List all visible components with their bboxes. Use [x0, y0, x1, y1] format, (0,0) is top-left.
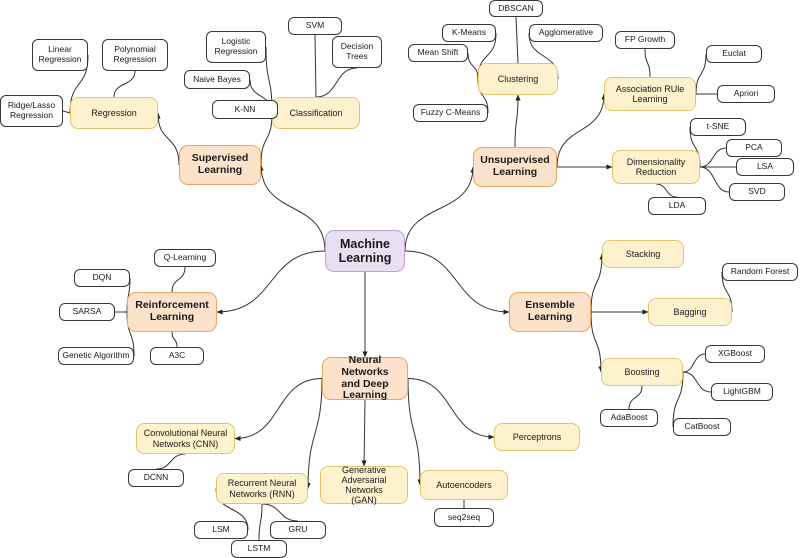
- mindmap-canvas: Machine Learning Supervised Learning Regre…: [0, 0, 800, 558]
- edge-root-to-ensemble: [404, 250, 510, 315]
- edge-supervised-to-classification: [260, 112, 275, 166]
- node-lda[interactable]: LDA: [648, 197, 706, 215]
- node-sarsa[interactable]: SARSA: [59, 303, 115, 321]
- node-random-forest[interactable]: Random Forest: [722, 263, 798, 281]
- node-euclat[interactable]: Euclat: [706, 45, 762, 63]
- node-ensemble[interactable]: Ensemble Learning: [509, 292, 591, 332]
- node-supervised[interactable]: Supervised Learning: [179, 145, 261, 185]
- node-association[interactable]: Association RUle Learning: [604, 77, 696, 111]
- node-root[interactable]: Machine Learning: [325, 230, 405, 272]
- node-svd[interactable]: SVD: [729, 183, 785, 201]
- edge-neural-to-cnn: [234, 378, 323, 442]
- node-gru[interactable]: GRU: [270, 521, 326, 539]
- edge-neural-to-autoencoders: [407, 378, 423, 486]
- node-xgboost[interactable]: XGBoost: [705, 345, 765, 363]
- edge-root-to-supervised: [258, 164, 326, 252]
- node-dbscan[interactable]: DBSCAN: [489, 0, 543, 17]
- node-seq2seq[interactable]: seq2seq: [434, 508, 494, 527]
- edge-ensemble-to-boosting: [590, 311, 604, 373]
- node-adaboost[interactable]: AdaBoost: [600, 409, 658, 427]
- node-fuzzy-cmeans[interactable]: Fuzzy C-Means: [413, 104, 488, 122]
- node-lsa[interactable]: LSA: [736, 158, 794, 176]
- node-clustering[interactable]: Clustering: [478, 63, 558, 95]
- node-ridge-lasso[interactable]: Ridge/Lasso Regression: [0, 95, 63, 127]
- edge-neural-to-perceptrons: [407, 378, 495, 440]
- node-unsupervised[interactable]: Unsupervised Learning: [473, 147, 557, 187]
- node-logistic-regression[interactable]: Logistic Regression: [206, 31, 266, 63]
- edge-dimensionality-to-svd: [699, 166, 730, 193]
- node-q-learning[interactable]: Q-Learning: [154, 249, 216, 267]
- edge-reinforcement-to-q-learning: [171, 266, 186, 293]
- node-neural[interactable]: Neural Networks and Deep Learning: [322, 354, 408, 401]
- edge-cnn-to-dcnn: [155, 453, 186, 470]
- node-linear-regression[interactable]: Linear Regression: [32, 39, 88, 71]
- edge-root-to-reinforcement: [216, 250, 326, 315]
- edge-boosting-to-lightgbm: [682, 371, 712, 393]
- edge-neural-to-gan: [361, 399, 367, 467]
- edge-rnn-to-gru: [261, 503, 299, 522]
- node-stacking[interactable]: Stacking: [602, 240, 684, 268]
- edge-root-to-unsupervised: [404, 166, 476, 252]
- node-gan[interactable]: Generative Adversarial Networks (GAN): [320, 465, 408, 505]
- node-bagging[interactable]: Bagging: [648, 298, 732, 326]
- node-genetic-algorithm[interactable]: Genetic Algorithm: [58, 347, 134, 365]
- edge-ensemble-to-stacking: [590, 253, 605, 313]
- edge-dimensionality-to-lda: [655, 183, 678, 198]
- node-kmeans[interactable]: K-Means: [442, 24, 496, 42]
- edge-classification-to-svm: [314, 34, 317, 98]
- node-naive-bayes[interactable]: Naive Bayes: [184, 70, 250, 89]
- node-reinforcement[interactable]: Reinforcement Learning: [127, 292, 217, 332]
- node-cnn[interactable]: Convolutional Neural Networks (CNN): [136, 423, 235, 454]
- node-dcnn[interactable]: DCNN: [128, 469, 184, 487]
- edge-boosting-to-xgboost: [682, 353, 706, 373]
- node-mean-shift[interactable]: Mean Shift: [408, 44, 468, 62]
- edge-rnn-to-lstm: [258, 503, 263, 541]
- edge-boosting-to-adaboost: [628, 385, 643, 410]
- edge-association-to-fp-growth: [644, 48, 651, 78]
- node-dimensionality[interactable]: Dimensionality Reduction: [612, 150, 700, 184]
- edge-clustering-to-dbscan: [515, 16, 519, 64]
- edge-classification-to-decision-trees: [315, 67, 358, 98]
- edge-supervised-to-regression: [155, 112, 180, 166]
- node-lightgbm[interactable]: LightGBM: [711, 383, 773, 401]
- edge-clustering-to-mean-shift: [467, 52, 479, 80]
- node-svm[interactable]: SVM: [288, 17, 342, 35]
- node-tsne[interactable]: t-SNE: [690, 118, 746, 136]
- node-dqn[interactable]: DQN: [74, 269, 130, 287]
- node-autoencoders[interactable]: Autoencoders: [420, 470, 508, 500]
- node-polynomial-regression[interactable]: Polynomial Regression: [102, 39, 168, 71]
- edge-association-to-euclat: [695, 53, 707, 95]
- node-perceptrons[interactable]: Perceptrons: [494, 423, 580, 451]
- edge-regression-to-polynomial-regression: [113, 70, 136, 98]
- edge-unsupervised-to-clustering: [514, 94, 521, 148]
- node-classification[interactable]: Classification: [272, 97, 360, 129]
- node-apriori[interactable]: Apriori: [717, 85, 775, 103]
- node-regression[interactable]: Regression: [70, 97, 158, 129]
- node-fp-growth[interactable]: FP Growth: [615, 31, 675, 49]
- node-catboost[interactable]: CatBoost: [673, 418, 731, 436]
- node-decision-trees[interactable]: Decision Trees: [332, 36, 382, 68]
- edge-dimensionality-to-pca: [699, 147, 727, 168]
- edge-unsupervised-to-association: [556, 93, 607, 168]
- edge-reinforcement-to-a3c: [171, 331, 178, 348]
- node-boosting[interactable]: Boosting: [601, 358, 683, 386]
- edge-regression-to-ridge-lasso: [62, 110, 71, 114]
- node-lstm[interactable]: LSTM: [231, 540, 287, 558]
- node-a3c[interactable]: A3C: [150, 347, 204, 365]
- node-agglomerative[interactable]: Agglomerative: [529, 24, 603, 42]
- node-knn[interactable]: K-NN: [212, 100, 278, 119]
- node-pca[interactable]: PCA: [726, 139, 782, 157]
- node-lsm[interactable]: LSM: [194, 521, 248, 539]
- node-rnn[interactable]: Recurrent Neural Networks (RNN): [216, 473, 308, 504]
